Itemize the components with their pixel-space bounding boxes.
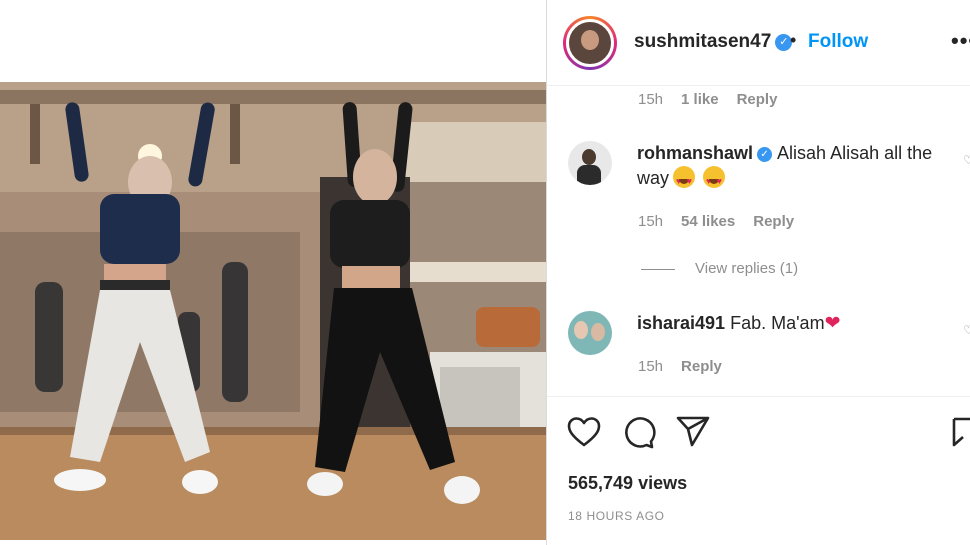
comment-reply-button[interactable]: Reply (681, 358, 722, 375)
view-replies-button[interactable]: View replies (1) (641, 260, 798, 277)
comment-text-continued: way (637, 168, 670, 188)
comment-like-icon[interactable]: ♡ (963, 153, 970, 167)
post-header: sushmitasen47✓ • Follow ••• (547, 0, 970, 86)
commenter-username[interactable]: isharai491 (637, 313, 725, 333)
post-video[interactable] (0, 82, 546, 540)
more-options-icon[interactable]: ••• (951, 28, 970, 54)
comment-bubble-icon[interactable] (620, 414, 656, 450)
commenter-avatar[interactable] (568, 311, 612, 355)
comment-likes[interactable]: 1 like (681, 91, 719, 108)
comment-time[interactable]: 15h (638, 213, 663, 230)
comment-time[interactable]: 15h (638, 358, 663, 375)
post-top-blank (0, 0, 546, 82)
comment-text: Fab. Ma'am (730, 313, 825, 333)
comment-likes[interactable]: 54 likes (681, 213, 735, 230)
comment-text: Alisah Alisah all the (777, 143, 933, 163)
verified-badge-icon: ✓ (757, 147, 773, 162)
comments-list[interactable]: 15h 1 like Reply rohmanshawl ✓ Alisah Alisah… (547, 87, 970, 395)
heart-eyes-emoji-icon (703, 166, 726, 194)
comment-reply-button[interactable]: Reply (737, 91, 778, 108)
author-username[interactable]: sushmitasen47 ✓ (634, 31, 793, 53)
heart-outline-icon[interactable] (566, 414, 602, 450)
red-heart-emoji-icon: ❤ (824, 313, 841, 334)
comment-reply-button[interactable]: Reply (753, 213, 794, 230)
post-side-panel: sushmitasen47✓ • Follow ••• 15h1 likeRep… (547, 0, 970, 545)
comment-time[interactable]: 15h (638, 91, 663, 108)
post-timestamp[interactable]: 18 HOURS AGO (568, 509, 665, 523)
comment-meta: 15h 1 like Reply (638, 91, 795, 108)
paper-plane-icon[interactable] (675, 414, 711, 450)
bookmark-icon[interactable] (951, 414, 970, 450)
actions-divider (547, 396, 970, 397)
views-count[interactable]: 565,749 views (568, 473, 687, 494)
comment-body: rohmanshawl ✓ Alisah Alisah all the way (637, 141, 957, 194)
comment-meta: 15h 54 likes Reply (638, 213, 812, 230)
commenter-avatar[interactable] (568, 141, 612, 185)
author-avatar[interactable] (563, 16, 617, 70)
replies-line (641, 268, 675, 270)
view-replies-label[interactable]: View replies (1) (695, 260, 798, 277)
heart-eyes-emoji-icon (673, 166, 696, 194)
comment-like-icon[interactable]: ♡ (963, 323, 970, 337)
commenter-username[interactable]: rohmanshawl (637, 143, 753, 163)
video-frame (0, 82, 546, 540)
author-username-text[interactable]: sushmitasen47 (634, 31, 771, 52)
header-separator: • (790, 30, 797, 50)
comment-body: isharai491 Fab. Ma'am❤ (637, 311, 957, 336)
follow-button[interactable]: Follow (808, 31, 868, 53)
comment-meta: 15h Reply (638, 358, 740, 375)
